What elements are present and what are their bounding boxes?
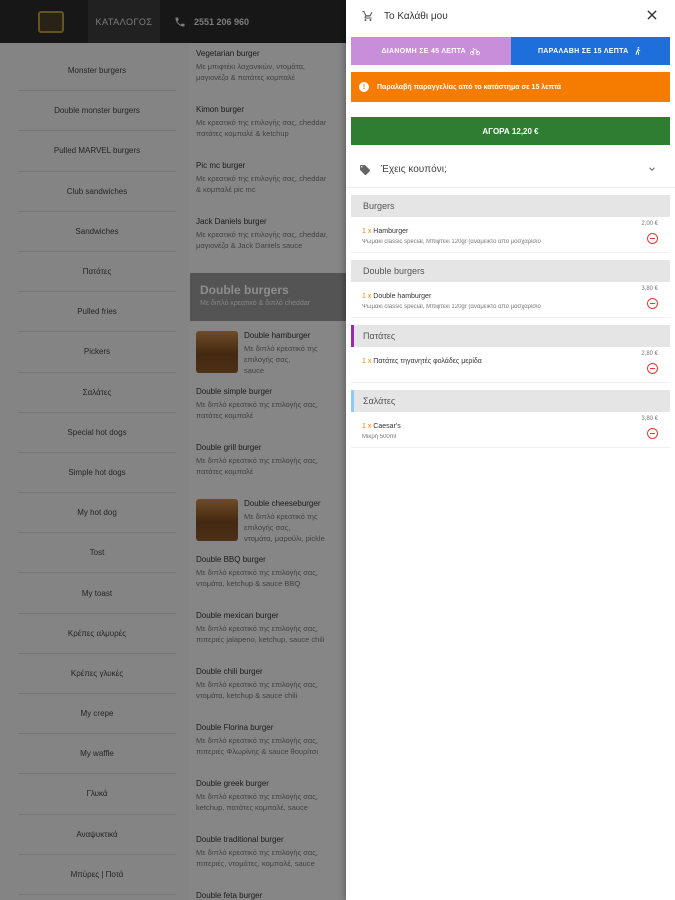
cart-items: Burgers 1 x Hamburger Ψωμάκι classic speci… <box>346 195 675 448</box>
cart-item-qty: 1 x <box>362 293 372 300</box>
info-icon: ! <box>359 82 369 92</box>
pickup-alert-text: Παραλαβή παραγγελίας από το κατάστημα σε… <box>377 83 562 91</box>
cart-item-name: Hamburger <box>373 228 409 235</box>
cart-item-qty: 1 x <box>362 423 372 430</box>
cart-drawer: Το Καλάθι μου ΔΙΑΝΟΜΗ ΣΕ 45 ΛΕΠΤΑ ΠΑΡΑΛΑ… <box>346 0 675 900</box>
close-icon[interactable] <box>645 8 659 22</box>
delivery-tab-label: ΔΙΑΝΟΜΗ ΣΕ 45 ΛΕΠΤΑ <box>381 47 467 55</box>
cart-icon <box>362 11 373 21</box>
cart-header: Το Καλάθι μου <box>346 0 675 32</box>
remove-item-icon[interactable] <box>647 428 658 439</box>
cart-item-line: 1 x Πατάτες τηγανητές φολάδες μερίδα <box>362 358 482 365</box>
remove-item-icon[interactable] <box>647 233 658 244</box>
cart-item-description: Μικρή 500ml <box>362 434 397 440</box>
cart-group-header: Double burgers <box>351 260 670 282</box>
cart-item-description: Ψωμάκι classic special, Μπιφτέκι 120gr (… <box>362 304 541 310</box>
walking-icon <box>635 46 640 55</box>
cart-item[interactable]: 1 x Πατάτες τηγανητές φολάδες μερίδα 2,80… <box>351 347 670 383</box>
cart-item-qty: 1 x <box>362 228 372 235</box>
background-overlay[interactable] <box>0 0 346 900</box>
cart-item-name: Caesar's <box>373 423 401 430</box>
cart-item-price: 2,00 € <box>641 221 658 227</box>
coupon-label: Έχεις κουπόνι; <box>381 164 447 175</box>
order-type-tabs: ΔΙΑΝΟΜΗ ΣΕ 45 ΛΕΠΤΑ ΠΑΡΑΛΑΒΗ ΣΕ 15 ΛΕΠΤΑ <box>351 37 670 65</box>
cart-group-header: Σαλάτες <box>351 390 670 412</box>
cart-item-description: Ψωμάκι classic special, Μπιφτέκι 120gr (… <box>362 239 541 245</box>
cart-item[interactable]: 1 x Double hamburger Ψωμάκι classic speci… <box>351 282 670 318</box>
cart-title: Το Καλάθι μου <box>384 10 448 22</box>
cart-item-line: 1 x Hamburger <box>362 228 408 235</box>
cart-group-header: Πατάτες <box>351 325 670 347</box>
pickup-alert: ! Παραλαβή παραγγελίας από το κατάστημα … <box>351 72 670 102</box>
tag-icon <box>360 164 370 175</box>
cart-item-name: Πατάτες τηγανητές φολάδες μερίδα <box>373 358 482 365</box>
bicycle-icon <box>470 48 481 56</box>
cart-item-line: 1 x Caesar's <box>362 423 401 430</box>
cart-item-price: 3,80 € <box>641 286 658 292</box>
cart-item-name: Double hamburger <box>373 293 432 300</box>
buy-button[interactable]: ΑΓΟΡΑ 12,20 € <box>351 117 670 145</box>
delivery-tab[interactable]: ΔΙΑΝΟΜΗ ΣΕ 45 ΛΕΠΤΑ <box>351 37 511 65</box>
cart-item[interactable]: 1 x Hamburger Ψωμάκι classic special, Μπι… <box>351 217 670 253</box>
pickup-tab-label: ΠΑΡΑΛΑΒΗ ΣΕ 15 ΛΕΠΤΑ <box>537 47 629 55</box>
cart-item-price: 3,80 € <box>641 416 658 422</box>
cart-item[interactable]: 1 x Caesar's Μικρή 500ml 3,80 € <box>351 412 670 448</box>
cart-group-header: Burgers <box>351 195 670 217</box>
remove-item-icon[interactable] <box>647 363 658 374</box>
cart-item-line: 1 x Double hamburger <box>362 293 431 300</box>
chevron-down-icon[interactable] <box>647 164 657 174</box>
cart-item-qty: 1 x <box>362 358 372 365</box>
pickup-tab[interactable]: ΠΑΡΑΛΑΒΗ ΣΕ 15 ΛΕΠΤΑ <box>510 37 670 65</box>
remove-item-icon[interactable] <box>647 298 658 309</box>
coupon-toggle[interactable]: Έχεις κουπόνι; <box>346 152 675 188</box>
cart-item-price: 2,80 € <box>641 351 658 357</box>
